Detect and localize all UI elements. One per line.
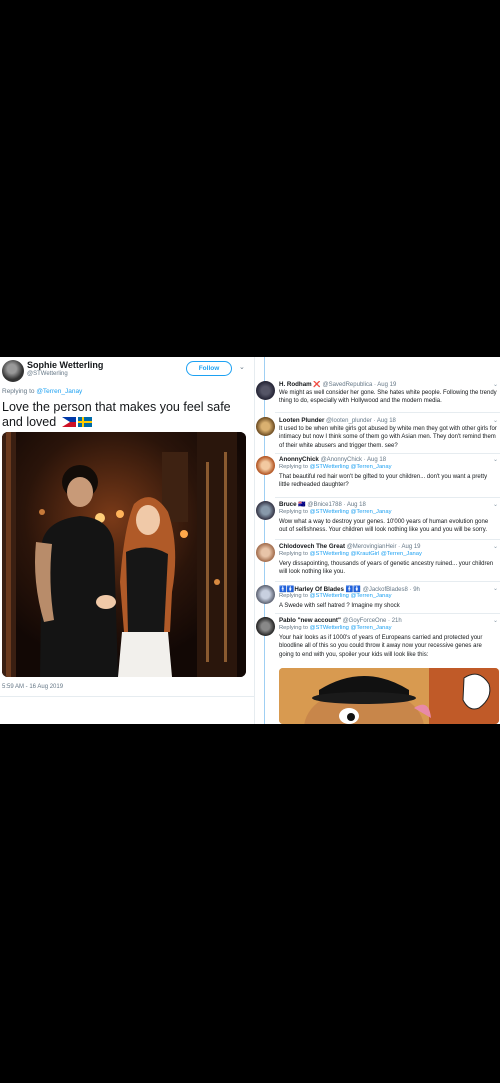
divider — [0, 696, 254, 697]
author-handle[interactable]: @STWetterling — [27, 371, 68, 377]
reply-date[interactable]: · Aug 18 — [364, 457, 386, 463]
reply-date[interactable]: · Aug 18 — [374, 418, 396, 424]
replies-column: H. Rodham ❌ @SavedRepublica · Aug 19 ⌄ W… — [254, 357, 500, 724]
reply-date[interactable]: · Aug 19 — [398, 544, 420, 550]
reply-text: We might as well consider her gone. She … — [279, 390, 497, 405]
reply-header: Bruce 🇦🇺 @Bnice1788 · Aug 18 — [279, 501, 489, 508]
reply-avatar[interactable] — [256, 456, 275, 475]
reply-name[interactable]: H. Rodham — [279, 381, 312, 388]
divider — [275, 581, 500, 582]
reply-avatar[interactable] — [256, 417, 275, 436]
reply-date[interactable]: · 9h — [410, 587, 420, 593]
chevron-down-icon[interactable]: ⌄ — [493, 381, 498, 388]
reply-handle[interactable]: @looten_plunder — [326, 418, 372, 424]
reply-avatar[interactable] — [256, 617, 275, 636]
reply-header: H. Rodham ❌ @SavedRepublica · Aug 19 — [279, 381, 489, 388]
reply-text: Your hair looks as if 1000's of years of… — [279, 635, 483, 658]
reply-header: 🚹🚺Harley Of Blades 🚹🚺 @JackofBlades8 · 9… — [279, 585, 489, 593]
replying-to-link[interactable]: @STWetterling @KrautGirl @Terren_Janay — [310, 551, 422, 557]
tweet-text: Love the person that makes you feel safe… — [2, 400, 231, 429]
reply-text: A Swede with self hatred ? Imagine my sh… — [279, 603, 400, 609]
reply-avatar[interactable] — [256, 543, 275, 562]
reply-name[interactable]: Chlodovech The Great — [279, 543, 345, 550]
thread-line — [264, 357, 265, 724]
reply-text: That beautiful red hair won't be gifted … — [279, 474, 488, 489]
divider — [275, 539, 500, 540]
chevron-down-icon[interactable]: ⌄ — [493, 501, 498, 508]
reply-text: Very dissapointing, thousands of years o… — [279, 561, 494, 576]
reply-avatar[interactable] — [256, 585, 275, 604]
photo-illustration — [2, 432, 246, 677]
chevron-down-icon[interactable]: ⌄ — [493, 585, 498, 592]
reply-name[interactable]: Bruce — [279, 501, 297, 508]
reply-avatar[interactable] — [256, 381, 275, 400]
replying-to-link[interactable]: @STWetterling @Terren_Janay — [310, 509, 392, 515]
reply-avatar[interactable] — [256, 501, 275, 520]
reply-header: Chlodovech The Great @MerovingianHeir · … — [279, 543, 489, 550]
divider — [275, 412, 500, 413]
reply-header: Pablo "new account" @GoyForceOne · 21h — [279, 617, 489, 624]
flag-philippines-icon — [61, 417, 76, 427]
tweet-timestamp[interactable]: 5:59 AM - 16 Aug 2019 — [2, 684, 63, 690]
chevron-down-icon[interactable]: ⌄ — [493, 617, 498, 624]
replying-to: Replying to @STWetterling @Terren_Janay — [279, 625, 392, 631]
reply-name[interactable]: 🚹🚺Harley Of Blades 🚹🚺 — [279, 586, 361, 593]
reply-header: Looten Plunder @looten_plunder · Aug 18 — [279, 417, 489, 424]
chevron-down-icon[interactable]: ⌄ — [493, 456, 498, 463]
reply-handle[interactable]: @SavedRepublica — [323, 382, 373, 388]
divider — [275, 613, 500, 614]
reply-handle[interactable]: @Bnice1788 — [307, 502, 341, 508]
replying-to: Replying to @STWetterling @Terren_Janay — [279, 464, 392, 470]
divider — [275, 453, 500, 454]
reply-text: Wow what a way to destroy your genes. 10… — [279, 519, 489, 534]
replying-to: Replying to @Terren_Janay — [2, 388, 83, 395]
tweet-photo[interactable] — [2, 432, 246, 677]
author-name[interactable]: Sophie Wetterling — [27, 360, 103, 370]
replying-to-link[interactable]: @STWetterling @Terren_Janay — [310, 625, 392, 631]
reply-image[interactable] — [279, 668, 499, 724]
replying-to-link[interactable]: @STWetterling @Terren_Janay — [310, 464, 392, 470]
cross-badge-icon: ❌ — [313, 382, 321, 388]
follow-button[interactable]: Follow — [186, 361, 232, 376]
reply-date[interactable]: · Aug 18 — [344, 502, 366, 508]
chevron-down-icon[interactable]: ⌄ — [493, 417, 498, 424]
reply-handle[interactable]: @AnonnyChick — [321, 457, 362, 463]
flag-sweden-icon — [77, 417, 92, 427]
reply-handle[interactable]: @GoyForceOne — [343, 618, 387, 624]
reply-date[interactable]: · 21h — [388, 618, 402, 624]
replying-to-link[interactable]: @STWetterling @Terren_Janay — [310, 593, 392, 599]
flag-australia-icon: 🇦🇺 — [298, 502, 306, 508]
reply-name[interactable]: AnonnyChick — [279, 456, 319, 463]
replying-to: Replying to @STWetterling @KrautGirl @Te… — [279, 551, 422, 557]
reply-name[interactable]: Pablo "new account" — [279, 617, 341, 624]
reply-date[interactable]: · Aug 19 — [374, 382, 396, 388]
reply-name[interactable]: Looten Plunder — [279, 417, 324, 424]
reply-text: It used to be when white girls got abuse… — [279, 426, 497, 449]
screenshot-panel: Sophie Wetterling @STWetterling Follow ⌄… — [0, 357, 500, 724]
reply-handle[interactable]: @MerovingianHeir — [347, 544, 397, 550]
reply-header: AnonnyChick @AnonnyChick · Aug 18 — [279, 456, 489, 463]
replying-to: Replying to @STWetterling @Terren_Janay — [279, 593, 392, 599]
replying-to-link[interactable]: @Terren_Janay — [36, 388, 82, 395]
divider — [275, 497, 500, 498]
chevron-down-icon[interactable]: ⌄ — [239, 363, 245, 371]
author-avatar[interactable] — [2, 360, 24, 382]
mr-potato-head-illustration — [279, 668, 499, 724]
main-tweet: Sophie Wetterling @STWetterling Follow ⌄… — [0, 357, 254, 724]
replying-to: Replying to @STWetterling @Terren_Janay — [279, 509, 392, 515]
chevron-down-icon[interactable]: ⌄ — [493, 543, 498, 550]
